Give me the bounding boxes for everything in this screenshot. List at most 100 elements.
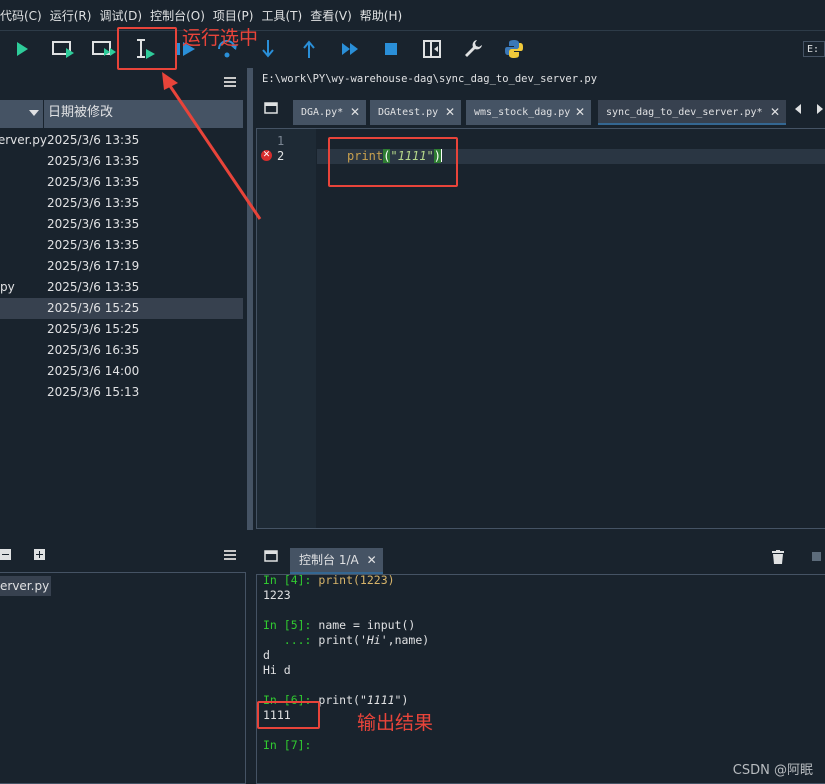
- file-name: [0, 340, 47, 361]
- console-tab[interactable]: 控制台 1/A ✕: [290, 548, 383, 574]
- browse-tabs-icon[interactable]: [264, 550, 278, 562]
- menu-tools[interactable]: 工具(T): [257, 7, 306, 24]
- browse-tabs-icon[interactable]: [264, 102, 278, 114]
- tab-sync-dag-to-dev-server[interactable]: sync_dag_to_dev_server.py* ✕: [598, 100, 786, 125]
- left-bottom-menu-icon[interactable]: [224, 550, 236, 560]
- console-line: ...: print('Hi',name): [263, 633, 430, 647]
- file-date: 2025/3/6 13:35: [47, 133, 140, 147]
- ipython-console[interactable]: In [4]: print(1223) 1223 In [5]: name = …: [256, 574, 825, 784]
- preferences-button[interactable]: [460, 37, 486, 61]
- console-header: 控制台 1/A ✕: [256, 540, 825, 574]
- file-date: 2025/3/6 15:13: [47, 385, 140, 399]
- tab-wms-stock-dag[interactable]: wms_stock_dag.py ✕: [466, 100, 591, 125]
- file-row[interactable]: py 2025/3/6 13:35: [0, 277, 243, 298]
- maximize-pane-button[interactable]: [419, 37, 445, 61]
- trash-icon[interactable]: [772, 550, 784, 564]
- file-date: 2025/3/6 14:00: [47, 364, 140, 378]
- file-row[interactable]: 2025/3/6 16:35: [0, 340, 243, 361]
- menu-view[interactable]: 查看(V): [306, 7, 356, 24]
- tab-dga[interactable]: DGA.py* ✕: [293, 100, 366, 125]
- run-cell-advance-button[interactable]: [91, 37, 117, 61]
- console-line: In [5]: name = input(): [263, 618, 416, 632]
- close-icon[interactable]: ✕: [445, 100, 455, 125]
- file-row[interactable]: 2025/3/6 15:25: [0, 298, 243, 319]
- annotation-arrow-icon: [162, 72, 262, 220]
- line-number: 1: [277, 134, 285, 148]
- column-name-header[interactable]: [0, 100, 44, 128]
- close-icon[interactable]: ✕: [350, 100, 360, 125]
- run-selection-annotation: 运行选中: [182, 27, 259, 49]
- editor-tabs: DGA.py* ✕ DGAtest.py ✕ wms_stock_dag.py ✕ s…: [256, 96, 825, 128]
- step-into-button[interactable]: [255, 37, 281, 61]
- console-prompt: In [7]:: [263, 738, 312, 752]
- line-number: 2: [277, 149, 285, 163]
- tab-label: sync_dag_to_dev_server.py*: [606, 107, 763, 118]
- step-return-button[interactable]: [296, 37, 322, 61]
- menu-bar: 代码(C) 运行(R) 调试(D) 控制台(O) 项目(P) 工具(T) 查看(…: [0, 0, 825, 30]
- python-path-button[interactable]: [501, 37, 527, 61]
- file-name: [0, 193, 47, 214]
- close-icon[interactable]: ✕: [770, 100, 780, 125]
- continue-button[interactable]: [337, 37, 363, 61]
- console-output: Hi d: [263, 663, 291, 677]
- python-icon: [505, 40, 523, 58]
- close-icon[interactable]: ✕: [575, 100, 585, 125]
- file-name: [0, 235, 47, 256]
- file-date: 2025/3/6 13:35: [47, 196, 140, 210]
- file-name: [0, 172, 47, 193]
- menu-run[interactable]: 运行(R): [46, 7, 96, 24]
- file-date: 2025/3/6 13:35: [47, 280, 140, 294]
- file-row[interactable]: 2025/3/6 15:13: [0, 382, 243, 403]
- run-selection-highlight: [117, 27, 177, 70]
- file-name: [0, 298, 47, 319]
- menu-code[interactable]: 代码(C): [0, 7, 46, 24]
- file-row[interactable]: 2025/3/6 13:35: [0, 235, 243, 256]
- run-cell-advance-icon: [92, 41, 116, 56]
- tab-dgatest[interactable]: DGAtest.py ✕: [370, 100, 461, 125]
- output-annotation: 输出结果: [357, 712, 434, 734]
- tabs-scroll-left-icon[interactable]: [794, 104, 802, 114]
- column-date-header[interactable]: 日期被修改: [44, 100, 113, 128]
- outline-item[interactable]: erver.py: [0, 576, 52, 596]
- file-date: 2025/3/6 17:19: [47, 259, 140, 273]
- collapse-icon[interactable]: [0, 549, 11, 560]
- file-date: 2025/3/6 13:35: [47, 238, 140, 252]
- tabs-scroll-right-icon[interactable]: [816, 104, 824, 114]
- code-editor[interactable]: 1 ✕ 2 print("1111"): [256, 128, 825, 529]
- file-name: [0, 319, 47, 340]
- file-row[interactable]: 2025/3/6 17:19: [0, 256, 243, 277]
- console-line: In [4]: print(1223): [263, 574, 395, 587]
- left-bottom-pane: erver.py: [0, 540, 246, 784]
- menu-debug[interactable]: 调试(D): [95, 7, 146, 24]
- file-date: 2025/3/6 13:35: [47, 217, 140, 231]
- file-date: 2025/3/6 16:35: [47, 343, 140, 357]
- stop-kernel-icon[interactable]: [812, 552, 821, 561]
- stop-button[interactable]: [378, 37, 404, 61]
- file-name: [0, 382, 47, 403]
- file-row[interactable]: 2025/3/6 15:25: [0, 319, 243, 340]
- file-name: py: [0, 280, 15, 294]
- output-highlight: [257, 701, 320, 729]
- stop-icon: [385, 43, 397, 55]
- close-icon[interactable]: ✕: [367, 548, 377, 572]
- expand-icon[interactable]: [34, 549, 45, 560]
- menu-project[interactable]: 项目(P): [209, 7, 258, 24]
- maximize-pane-icon: [423, 40, 441, 58]
- line-number-gutter: 1 ✕ 2: [257, 129, 316, 528]
- step-into-icon: [262, 40, 274, 58]
- continue-icon: [342, 43, 358, 55]
- menu-console[interactable]: 控制台(O): [146, 7, 209, 24]
- working-dir-field[interactable]: E:: [803, 41, 825, 57]
- step-return-icon: [303, 40, 315, 58]
- wrench-icon: [465, 40, 482, 57]
- run-cell-button[interactable]: [50, 37, 76, 61]
- run-file-button[interactable]: [9, 37, 35, 61]
- menu-help[interactable]: 帮助(H): [356, 7, 406, 24]
- file-date: 2025/3/6 13:35: [47, 154, 140, 168]
- file-name: erver.py: [0, 133, 47, 147]
- file-name: [0, 361, 47, 382]
- console-output: d: [263, 648, 270, 662]
- tab-label: DGA.py*: [301, 107, 344, 118]
- file-date: 2025/3/6 15:25: [47, 301, 140, 315]
- file-row[interactable]: 2025/3/6 14:00: [0, 361, 243, 382]
